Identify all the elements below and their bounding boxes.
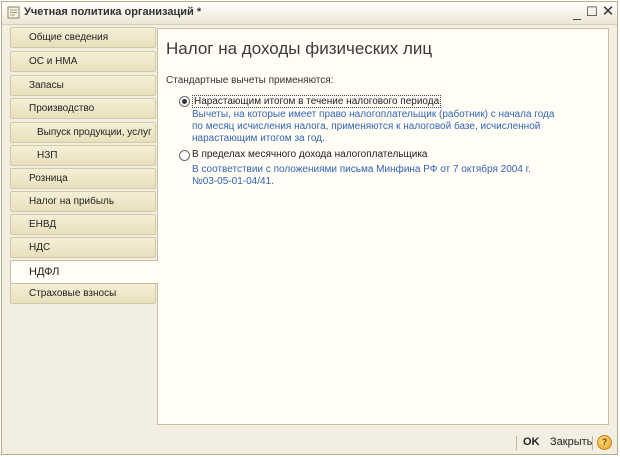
tab-retail[interactable]: Розница — [10, 168, 156, 189]
tab-ndfl[interactable]: НДФЛ — [10, 260, 159, 284]
tab-product-output[interactable]: Выпуск продукции, услуг — [10, 122, 156, 143]
option-monthly-description: В соответствии с положениями письма Минф… — [192, 164, 531, 188]
tab-wip[interactable]: НЗП — [10, 145, 156, 166]
app-document-icon — [7, 6, 20, 19]
title-bar: Учетная политика организаций * _ ☐ ✕ — [2, 2, 617, 25]
tab-production[interactable]: Производство — [10, 98, 156, 119]
option-monthly-label[interactable]: В пределах месячного дохода налогоплател… — [192, 149, 428, 160]
close-window-button[interactable]: ✕ — [600, 4, 616, 20]
tab-vat[interactable]: НДС — [10, 237, 156, 258]
tab-inventory[interactable]: Запасы — [10, 75, 156, 96]
help-icon[interactable]: ? — [597, 435, 612, 450]
window-title: Учетная политика организаций * — [24, 6, 202, 18]
tab-profit-tax[interactable]: Налог на прибыль — [10, 191, 156, 212]
description-line: В соответствии с положениями письма Минф… — [192, 164, 531, 175]
page-title: Налог на доходы физических лиц — [166, 39, 433, 58]
radio-cumulative[interactable] — [179, 96, 190, 107]
separator — [592, 436, 593, 450]
radio-monthly[interactable] — [179, 150, 190, 161]
description-line: по месяц исчисления налога, применяются … — [192, 121, 541, 132]
window: Учетная политика организаций * _ ☐ ✕ Общ… — [1, 1, 618, 455]
ndfl-panel: Налог на доходы физических лиц Стандартн… — [157, 28, 609, 425]
tab-insurance[interactable]: Страховые взносы — [10, 283, 156, 304]
tab-general[interactable]: Общие сведения — [10, 27, 156, 48]
maximize-button[interactable]: ☐ — [584, 4, 600, 20]
description-line: нарастающим итогом за год. — [192, 133, 325, 144]
tab-envd[interactable]: ЕНВД — [10, 214, 156, 235]
description-line: Вычеты, на которые имеет право налогопла… — [192, 109, 555, 120]
option-cumulative-description: Вычеты, на которые имеет право налогопла… — [192, 109, 554, 145]
minimize-button[interactable]: _ — [569, 4, 585, 20]
description-line: №03-05-01-04/41. — [192, 176, 274, 187]
separator — [516, 436, 517, 450]
tab-fixed-assets[interactable]: ОС и НМА — [10, 51, 156, 72]
close-button[interactable]: Закрыть — [550, 436, 592, 448]
ok-button[interactable]: OK — [523, 436, 540, 448]
option-cumulative-label[interactable]: Нарастающим итогом в течение налогового … — [192, 95, 442, 108]
bottom-bar: OK Закрыть ? — [2, 431, 617, 454]
deductions-label: Стандартные вычеты применяются: — [166, 75, 334, 86]
